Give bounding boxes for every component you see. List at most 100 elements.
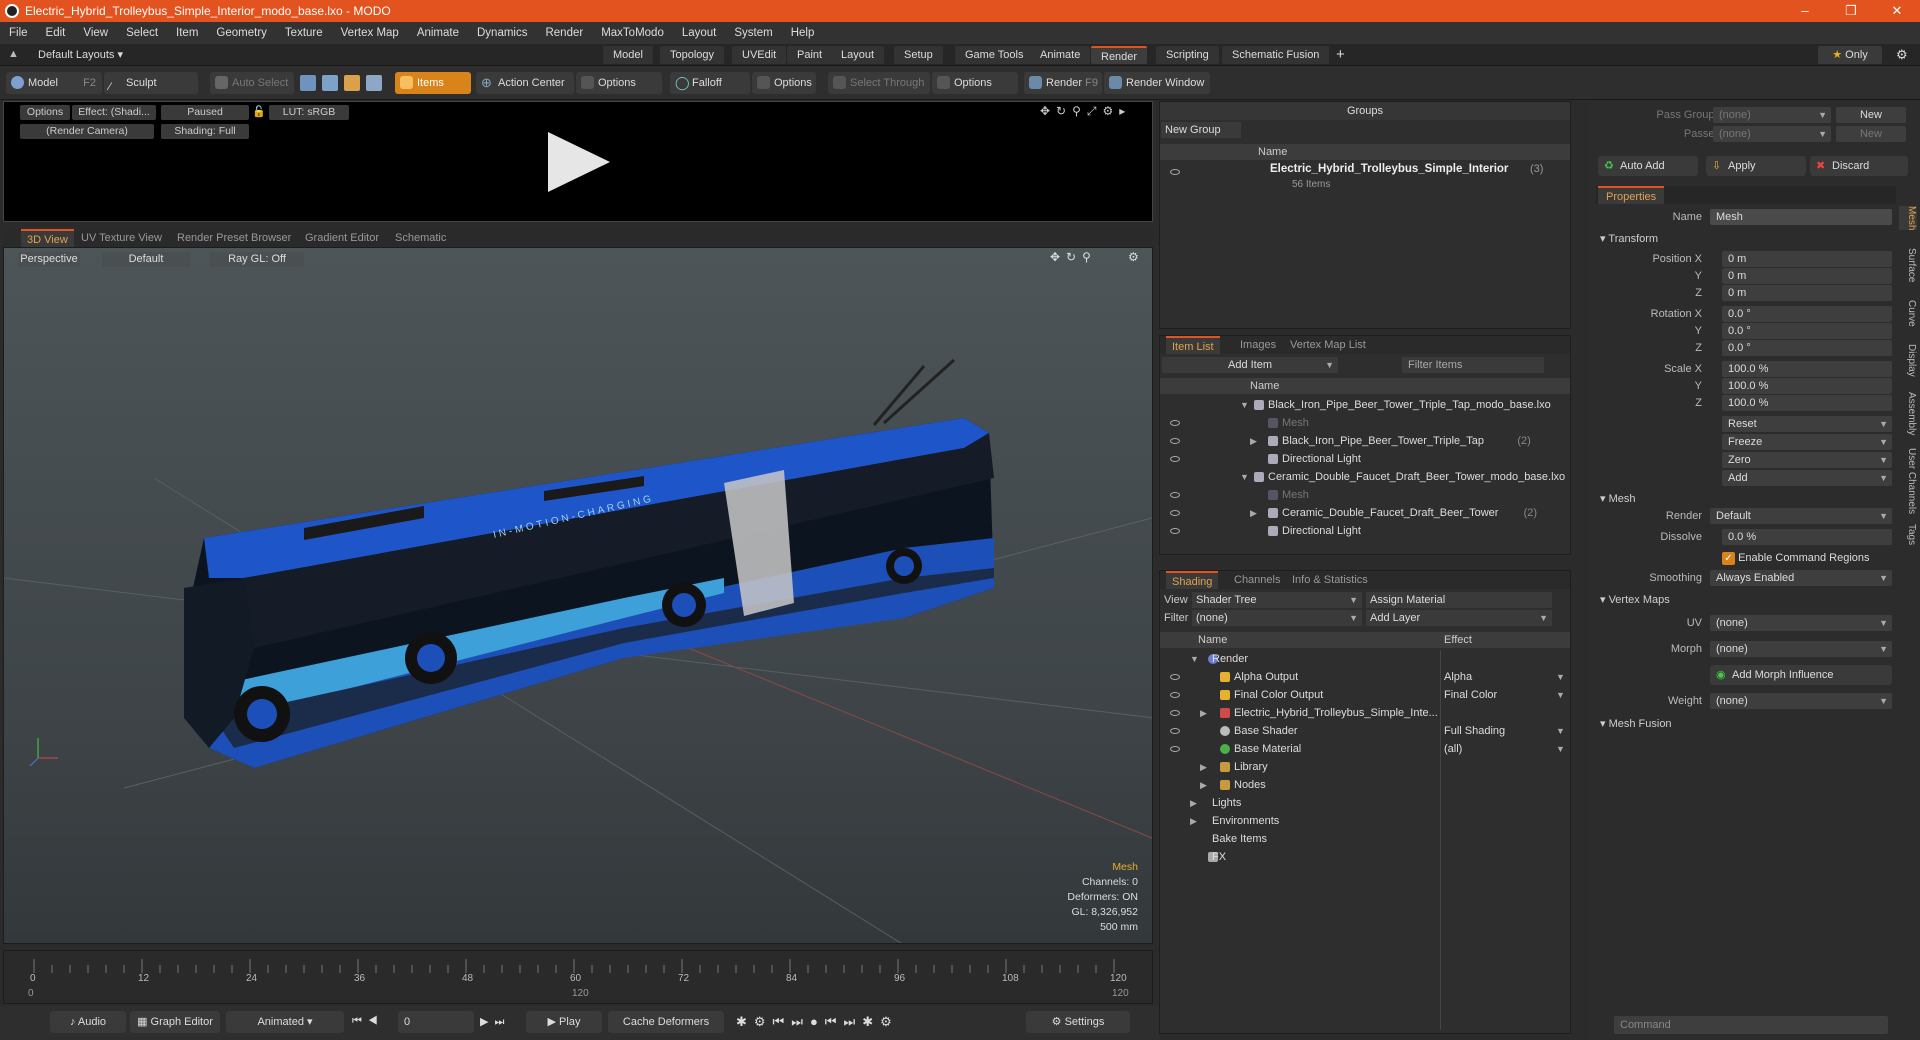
item-list-row[interactable]: ▼ Black_Iron_Pipe_Beer_Tower_Triple_Tap_m…: [1160, 396, 1570, 414]
play-icon[interactable]: [544, 130, 614, 194]
chevron-down-icon[interactable]: ▼: [1556, 722, 1565, 740]
transform-value-input[interactable]: 0 m: [1722, 251, 1892, 267]
transform-value-input[interactable]: 100.0 %: [1722, 378, 1892, 394]
menu-edit[interactable]: Edit: [37, 27, 75, 39]
sculpt-button[interactable]: ∕ Sculpt: [104, 72, 198, 94]
shading-dropdown[interactable]: Shading: Full: [161, 124, 249, 139]
side-tab-mesh[interactable]: Mesh: [1899, 206, 1917, 231]
add-layout-icon[interactable]: +: [1336, 46, 1345, 63]
pass-groups-dropdown[interactable]: (none) ▼: [1713, 107, 1831, 123]
layout-tab-schematic-fusion[interactable]: Schematic Fusion: [1222, 46, 1330, 64]
layout-tab-model[interactable]: Model: [603, 46, 653, 64]
play-button[interactable]: ▶ Play: [526, 1011, 602, 1033]
menu-texture[interactable]: Texture: [276, 27, 332, 39]
layout-menu-icon[interactable]: ▲: [8, 48, 19, 60]
transform-value-input[interactable]: 100.0 %: [1722, 361, 1892, 377]
auto-add-button[interactable]: ♻ Auto Add: [1598, 156, 1698, 176]
restore-icon[interactable]: ❐: [1828, 0, 1874, 22]
gear-icon[interactable]: ⚙: [1896, 47, 1908, 63]
add-layer-dropdown[interactable]: Add Layer ▼: [1366, 610, 1552, 626]
eye-icon[interactable]: [1170, 692, 1180, 698]
animated-dropdown[interactable]: Animated ▾: [226, 1011, 344, 1033]
render-camera-dropdown[interactable]: (Render Camera): [20, 124, 154, 139]
3d-viewport[interactable]: IN-MOTION-CHARGING Perspective Default R…: [3, 247, 1153, 944]
side-tab-user-channels[interactable]: User Channels: [1899, 448, 1917, 514]
options-button-3[interactable]: Options: [932, 72, 1018, 94]
eye-icon[interactable]: [1170, 438, 1180, 444]
freeze-dropdown[interactable]: Freeze ▼: [1722, 434, 1892, 450]
eye-icon[interactable]: [1170, 674, 1180, 680]
shader-row[interactable]: ▼ Render: [1160, 650, 1570, 668]
shader-row[interactable]: ▶ Environments: [1160, 812, 1570, 830]
tab-images[interactable]: Images: [1234, 336, 1282, 354]
transform-value-input[interactable]: 0.0 °: [1722, 306, 1892, 322]
render-view-controls[interactable]: ✥↻⚲⤢⚙▸: [1040, 104, 1131, 119]
menu-view[interactable]: View: [74, 27, 117, 39]
graph-editor-button[interactable]: ▦ Graph Editor: [130, 1011, 220, 1033]
item-list-row[interactable]: Directional Light: [1160, 522, 1570, 540]
lut-dropdown[interactable]: LUT: sRGB: [269, 105, 349, 120]
layout-tab-animate[interactable]: Animate: [1030, 46, 1091, 64]
item-list-row[interactable]: Mesh: [1160, 486, 1570, 504]
shader-row[interactable]: Base Shader Full Shading ▼: [1160, 722, 1570, 740]
dissolve-input[interactable]: 0.0 %: [1722, 529, 1892, 545]
expand-arrow-icon[interactable]: ▶: [1190, 812, 1197, 830]
expand-arrow-icon[interactable]: ▶: [1200, 704, 1207, 722]
tab-shading[interactable]: Shading: [1166, 571, 1219, 589]
options-button-1[interactable]: Options: [576, 72, 662, 94]
apply-button[interactable]: ⇩ Apply: [1706, 156, 1806, 176]
options-button-2[interactable]: Options: [752, 72, 816, 94]
item-list-row[interactable]: ▶ Ceramic_Double_Faucet_Draft_Beer_Tower (…: [1160, 504, 1570, 522]
audio-button[interactable]: ♪ Audio: [50, 1011, 126, 1033]
side-tab-display[interactable]: Display: [1899, 344, 1917, 377]
shader-item-effect[interactable]: Final Color: [1444, 686, 1497, 704]
trolleybus-model[interactable]: IN-MOTION-CHARGING: [184, 358, 994, 768]
auto-select-button[interactable]: Auto Select: [210, 72, 294, 94]
frame-input[interactable]: 0: [398, 1011, 474, 1033]
viewport-settings-icon[interactable]: ⚙: [1128, 250, 1139, 264]
enable-command-regions-checkbox[interactable]: ✓ Enable Command Regions: [1722, 549, 1896, 567]
view-dropdown[interactable]: Shader Tree ▼: [1192, 592, 1362, 608]
eye-icon[interactable]: [1170, 710, 1180, 716]
close-icon[interactable]: ✕: [1874, 0, 1920, 22]
items-button[interactable]: Items: [395, 72, 471, 94]
shader-row[interactable]: ▶ Electric_Hybrid_Trolleybus_Simple_Inte.…: [1160, 704, 1570, 722]
expand-arrow-icon[interactable]: ▼: [1190, 650, 1199, 668]
render-button[interactable]: Render F9: [1024, 72, 1102, 94]
add-morph-influence-button[interactable]: ◉ Add Morph Influence: [1710, 665, 1892, 685]
tab-item-list[interactable]: Item List: [1166, 336, 1220, 354]
menu-vertex-map[interactable]: Vertex Map: [332, 27, 408, 39]
item-list-row[interactable]: ▼ Ceramic_Double_Faucet_Draft_Beer_Tower_…: [1160, 468, 1570, 486]
menu-animate[interactable]: Animate: [408, 27, 468, 39]
edge-mode-icon[interactable]: [322, 75, 338, 91]
side-tab-tags[interactable]: Tags: [1899, 524, 1917, 545]
menu-layout[interactable]: Layout: [673, 27, 726, 39]
side-tab-curve[interactable]: Curve: [1899, 300, 1917, 327]
default-style-dropdown[interactable]: Default: [102, 252, 190, 267]
vertex-mode-icon[interactable]: [300, 75, 316, 91]
layout-tab-render[interactable]: Render: [1091, 46, 1148, 64]
view-tab-uv-texture-view[interactable]: UV Texture View: [75, 229, 168, 247]
expand-arrow-icon[interactable]: ▶: [1250, 504, 1257, 522]
layout-tab-scripting[interactable]: Scripting: [1156, 46, 1219, 64]
falloff-button[interactable]: ◯ Falloff: [670, 72, 750, 94]
smoothing-dropdown[interactable]: Always Enabled ▼: [1710, 570, 1892, 586]
shader-row[interactable]: Base Material (all) ▼: [1160, 740, 1570, 758]
side-tab-assembly[interactable]: Assembly: [1899, 392, 1917, 435]
shader-row[interactable]: ▶ Lights: [1160, 794, 1570, 812]
chevron-down-icon[interactable]: ▼: [1556, 686, 1565, 704]
side-tab-surface[interactable]: Surface: [1899, 248, 1917, 282]
layout-tab-game-tools[interactable]: Game Tools: [955, 46, 1034, 64]
view-tab-schematic[interactable]: Schematic: [389, 229, 452, 247]
select-through-button[interactable]: Select Through: [828, 72, 930, 94]
weight-dropdown[interactable]: (none) ▼: [1710, 693, 1892, 709]
menu-item[interactable]: Item: [167, 27, 207, 39]
collapse-arrow-icon[interactable]: ▼: [1240, 468, 1249, 486]
transport-rewind-icons[interactable]: ⏮◀: [352, 1015, 384, 1028]
new-group-button[interactable]: New Group: [1161, 122, 1241, 138]
new-pass-group-button[interactable]: New: [1836, 107, 1906, 123]
command-input[interactable]: Command: [1614, 1016, 1888, 1034]
layout-tab-topology[interactable]: Topology: [660, 46, 725, 64]
zero-dropdown[interactable]: Zero ▼: [1722, 452, 1892, 468]
shader-row[interactable]: Alpha Output Alpha ▼: [1160, 668, 1570, 686]
